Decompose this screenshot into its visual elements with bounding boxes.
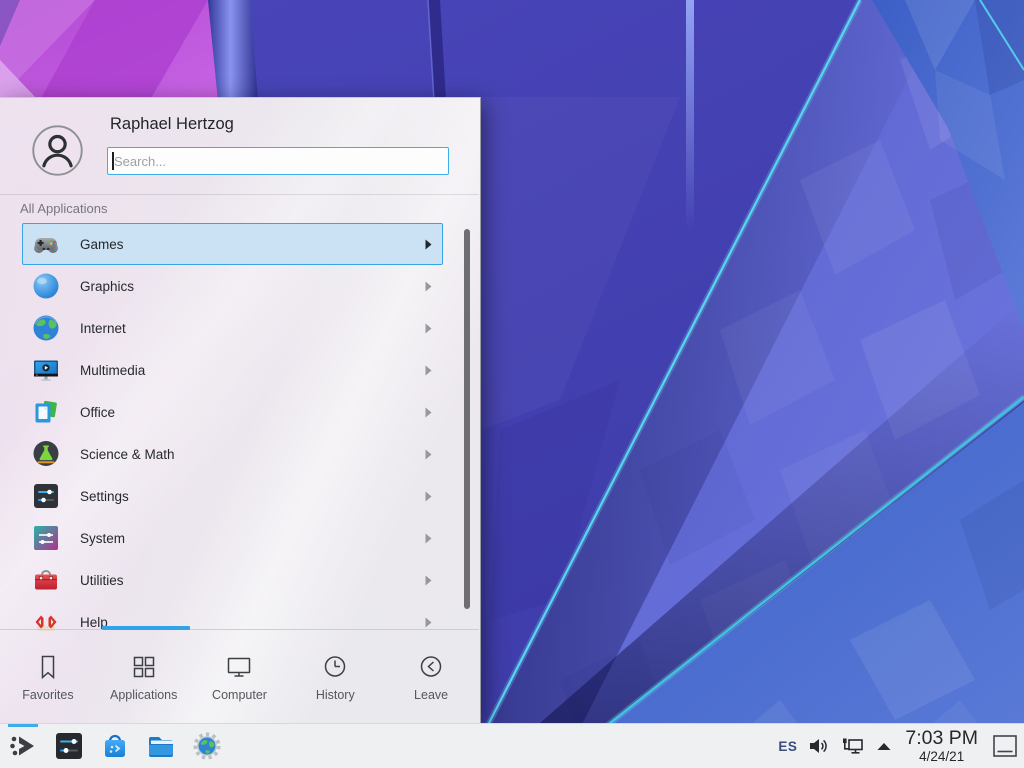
active-tab-indicator [102,626,190,630]
sliders-icon [30,480,62,512]
open-app-indicator [8,724,38,727]
section-label: All Applications [20,201,107,216]
media-screen-icon [30,354,62,386]
category-science-math[interactable]: Science & Math [22,433,443,475]
category-label: Graphics [80,279,134,294]
chevron-right-icon [425,575,432,586]
chevron-right-icon [425,533,432,544]
documents-icon [30,396,62,428]
chevron-right-icon [425,449,432,460]
category-label: System [80,531,125,546]
gamepad-icon [30,228,62,260]
tab-label: History [316,688,355,702]
help-icon [30,606,62,631]
category-settings[interactable]: Settings [22,475,443,517]
category-office[interactable]: Office [22,391,443,433]
category-multimedia[interactable]: Multimedia [22,349,443,391]
kickoff-menu-button[interactable] [7,730,39,762]
bookmark-icon [34,653,62,681]
keyboard-layout-indicator[interactable]: ES [778,739,797,754]
chevron-right-icon [425,365,432,376]
chevron-right-icon [425,323,432,334]
leave-icon [417,653,445,681]
chevron-right-icon [425,239,432,250]
category-internet[interactable]: Internet [22,307,443,349]
tab-computer[interactable]: Computer [192,630,288,723]
launcher-header: Raphael Hertzog [0,98,479,195]
taskbar: ES 7:03 PM [0,723,1024,768]
category-label: Games [80,237,124,252]
paint-ball-icon [30,270,62,302]
category-list: Games Graphics [22,223,443,631]
tab-label: Leave [414,688,448,702]
globe-icon [30,312,62,344]
clock-icon [321,653,349,681]
volume-icon[interactable] [808,737,830,755]
user-avatar-icon[interactable] [32,125,83,176]
tab-label: Computer [212,688,267,702]
file-manager-button[interactable] [145,730,177,762]
tab-label: Applications [110,688,177,702]
chevron-right-icon [425,281,432,292]
web-browser-button[interactable] [191,730,223,762]
system-sliders-icon [30,522,62,554]
category-utilities[interactable]: Utilities [22,559,443,601]
tab-leave[interactable]: Leave [383,630,479,723]
category-graphics[interactable]: Graphics [22,265,443,307]
category-label: Multimedia [80,363,145,378]
flask-icon [30,438,62,470]
search-input[interactable] [107,147,449,175]
grid-icon [130,653,158,681]
tab-label: Favorites [22,688,73,702]
category-label: Internet [80,321,126,336]
monitor-icon [225,653,253,681]
chevron-right-icon [425,407,432,418]
tab-history[interactable]: History [287,630,383,723]
category-system[interactable]: System [22,517,443,559]
text-cursor [112,152,114,170]
category-help[interactable]: Help [22,601,443,631]
application-launcher-menu: Raphael Hertzog All Applications [0,97,481,723]
toolbox-icon [30,564,62,596]
system-tray: ES 7:03 PM [778,729,1024,764]
network-icon[interactable] [841,737,865,755]
category-label: Science & Math [80,447,175,462]
system-settings-button[interactable] [53,730,85,762]
launcher-tabbar: Favorites Applications Computer [0,629,479,723]
tab-favorites[interactable]: Favorites [0,630,96,723]
chevron-right-icon [425,491,432,502]
show-desktop-button[interactable] [991,733,1018,759]
scrollbar[interactable] [464,229,470,609]
category-games[interactable]: Games [22,223,443,265]
user-name: Raphael Hertzog [110,115,234,134]
discover-store-button[interactable] [99,730,131,762]
chevron-right-icon [425,617,432,628]
clock-date: 4/24/21 [905,750,978,764]
expand-tray-icon[interactable] [876,742,892,751]
tab-applications[interactable]: Applications [96,630,192,723]
clock-time: 7:03 PM [905,729,978,749]
category-label: Settings [80,489,129,504]
category-label: Utilities [80,573,124,588]
desktop: Raphael Hertzog All Applications [0,0,1024,768]
digital-clock[interactable]: 7:03 PM 4/24/21 [905,729,978,764]
category-label: Office [80,405,115,420]
